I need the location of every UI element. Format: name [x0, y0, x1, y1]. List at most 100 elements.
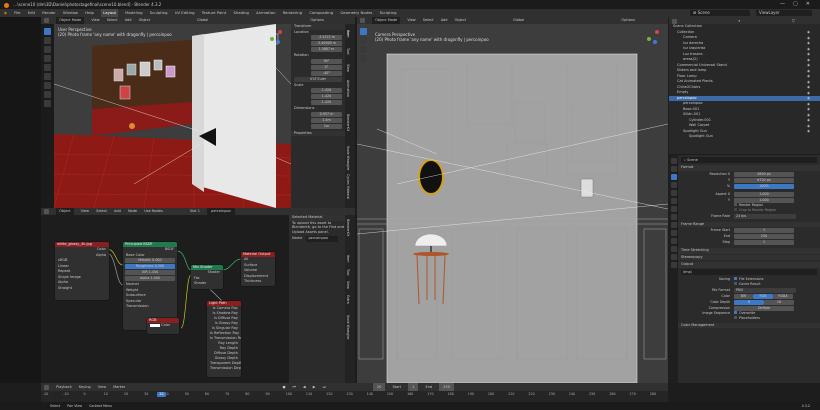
- menu-view[interactable]: View: [91, 17, 99, 24]
- principled-bsdf-node[interactable]: Principled BSDF BSDF Base Color Metallic…: [123, 242, 177, 330]
- close-icon[interactable]: ✕: [806, 1, 810, 7]
- physics-props-icon[interactable]: [670, 230, 677, 236]
- material-name-input[interactable]: percoinpoo: [306, 236, 339, 242]
- bsdf-row[interactable]: Transmission: [123, 304, 177, 310]
- color-management-header[interactable]: Color Management: [678, 322, 820, 328]
- depth-8-button[interactable]: 8: [734, 299, 764, 305]
- side-tab-view-shader[interactable]: View: [346, 281, 350, 289]
- render-props-icon[interactable]: [670, 166, 677, 172]
- timeline-menu-playback[interactable]: Playback: [56, 383, 72, 391]
- color-rgba-button[interactable]: RGBA: [773, 293, 793, 299]
- rotation-z-field[interactable]: -40°: [311, 70, 342, 76]
- window-controls[interactable]: — ▢ ✕: [780, 1, 818, 8]
- mode-dropdown[interactable]: Object Mode: [56, 17, 85, 24]
- side-tab-extra[interactable]: Extra: [346, 295, 350, 304]
- rotate-tool-icon[interactable]: [44, 55, 51, 62]
- resolution-x-field[interactable]: 4850 px: [734, 171, 794, 177]
- tab-scripting[interactable]: Scripting: [380, 9, 397, 17]
- menu-window[interactable]: Window: [63, 9, 78, 17]
- bsdf-roughness-field[interactable]: Roughness 0.500: [125, 264, 175, 269]
- file-format-dropdown[interactable]: PNG: [734, 287, 796, 293]
- play-reverse-icon[interactable]: ◀: [303, 383, 306, 391]
- camera-gizmo-y-icon[interactable]: [647, 37, 651, 41]
- texture-props-icon[interactable]: [670, 262, 677, 268]
- location-y-field[interactable]: -3.40909 m: [311, 41, 342, 46]
- camera-menu-object[interactable]: Object: [455, 17, 466, 24]
- slot-dropdown[interactable]: Slot 1: [190, 208, 200, 215]
- editor-type-icon[interactable]: [44, 17, 49, 23]
- play-icon[interactable]: ▶: [313, 383, 316, 391]
- tab-shading[interactable]: Shading: [233, 9, 248, 17]
- camera-options-menu[interactable]: Options: [621, 17, 635, 24]
- tab-rendering[interactable]: Rendering: [283, 9, 302, 17]
- scale-z-field[interactable]: 1.420: [311, 100, 342, 105]
- cache-result-checkbox[interactable]: [734, 281, 737, 285]
- tab-texture-paint[interactable]: Texture Paint: [202, 9, 227, 17]
- tab-modeling[interactable]: Modeling: [125, 9, 142, 17]
- side-tab-node-wrangler-shader[interactable]: Node Wrangler: [346, 315, 350, 340]
- constraints-props-icon[interactable]: [670, 238, 677, 244]
- shader-object-dropdown[interactable]: Object: [56, 208, 74, 215]
- playhead[interactable]: 20: [157, 392, 166, 397]
- rgb-color-swatch[interactable]: [150, 323, 160, 327]
- tab-animation[interactable]: Animation: [256, 9, 275, 17]
- shader-menu-node[interactable]: Node: [128, 208, 137, 215]
- menu-help[interactable]: Help: [85, 9, 94, 17]
- select-tool-icon[interactable]: [44, 28, 51, 35]
- scale-x-field[interactable]: 1.420: [311, 88, 342, 93]
- move-tool-icon[interactable]: [44, 46, 51, 53]
- resolution-pct-field[interactable]: 100%: [734, 183, 794, 189]
- bsdf-ior-field[interactable]: IOR 1.450: [125, 270, 175, 275]
- blender-menu-icon[interactable]: ◆: [4, 9, 7, 17]
- light-path-node[interactable]: Light Path Is Camera Ray Is Shadow Ray I…: [207, 301, 241, 377]
- material-name-field[interactable]: percoinpoo: [207, 208, 235, 215]
- color-bw-button[interactable]: BW: [734, 293, 753, 299]
- menu-file[interactable]: File: [14, 9, 20, 17]
- scene-selector[interactable]: ⊞ Scene: [690, 10, 750, 16]
- camera-cursor-tool-icon[interactable]: [359, 37, 367, 44]
- shader-menu-select[interactable]: Select: [96, 208, 107, 215]
- tab-compositing[interactable]: Compositing: [309, 9, 333, 17]
- mix-shader-node[interactable]: Mix Shader Shader Fac Shader: [191, 265, 223, 289]
- camera-menu-add[interactable]: Add: [441, 17, 448, 24]
- timeline-type-icon[interactable]: [44, 384, 49, 390]
- minimize-icon[interactable]: —: [780, 1, 785, 7]
- bsdf-alpha-field[interactable]: Alpha 1.000: [125, 276, 175, 281]
- material-output-node[interactable]: Material Output All Surface Volume Displ…: [241, 252, 275, 286]
- side-tab-node-wrangler[interactable]: Node Wrangler: [346, 146, 350, 171]
- world-props-icon[interactable]: [670, 198, 677, 204]
- camera-gizmo-z-icon[interactable]: [653, 40, 657, 44]
- gizmo-z-icon[interactable]: [276, 40, 280, 44]
- camera-orientation-dropdown[interactable]: Global: [513, 17, 524, 24]
- end-frame-field[interactable]: 250: [439, 383, 454, 391]
- view-layer-selector[interactable]: ViewLayer: [756, 10, 812, 16]
- frame-step-field[interactable]: 1: [734, 240, 794, 245]
- camera-rotate-tool-icon[interactable]: [359, 55, 367, 62]
- use-nodes-checkbox[interactable]: Use Nodes: [144, 208, 163, 215]
- jump-start-icon[interactable]: ⏮: [293, 383, 296, 391]
- rotation-x-field[interactable]: 90°: [311, 58, 342, 64]
- object-props-icon[interactable]: [670, 214, 677, 220]
- options-menu[interactable]: Options: [310, 17, 324, 24]
- aspect-x-field[interactable]: 1.000: [734, 191, 794, 197]
- menu-edit[interactable]: Edit: [28, 9, 35, 17]
- location-x-field[interactable]: -3.5222 m: [311, 35, 342, 40]
- dimension-z-field[interactable]: 1m: [311, 123, 342, 129]
- record-icon[interactable]: ●: [282, 383, 285, 391]
- timeline-ruler[interactable]: -20 -10 0 10 20 30 40 50 60 70 80 90 100 110 120 130 140…: [41, 391, 668, 402]
- side-tab-item[interactable]: Item: [346, 30, 350, 38]
- side-tab-blenderkit[interactable]: BlenderKit: [346, 114, 350, 131]
- resolution-y-field[interactable]: 6720 px: [734, 177, 794, 183]
- current-frame-field[interactable]: 20: [372, 383, 386, 391]
- camera-viewport-scene[interactable]: Camera Perspective (20) Photo frame 'any…: [357, 24, 668, 383]
- rgb-color-row[interactable]: Color: [147, 323, 179, 329]
- side-tab-cycles-material[interactable]: Cycles Material: [346, 174, 350, 199]
- modifier-props-icon[interactable]: [670, 222, 677, 228]
- file-extensions-checkbox[interactable]: [734, 276, 737, 280]
- jump-end-icon[interactable]: ⏭: [323, 383, 326, 391]
- timeline-menu-keying[interactable]: Keying: [79, 383, 91, 391]
- camera-select-tool-icon[interactable]: [359, 28, 367, 35]
- side-tab-animation[interactable]: Animation: [346, 80, 350, 97]
- shader-menu-view[interactable]: View: [81, 208, 89, 215]
- tab-layout[interactable]: Layout: [101, 9, 119, 17]
